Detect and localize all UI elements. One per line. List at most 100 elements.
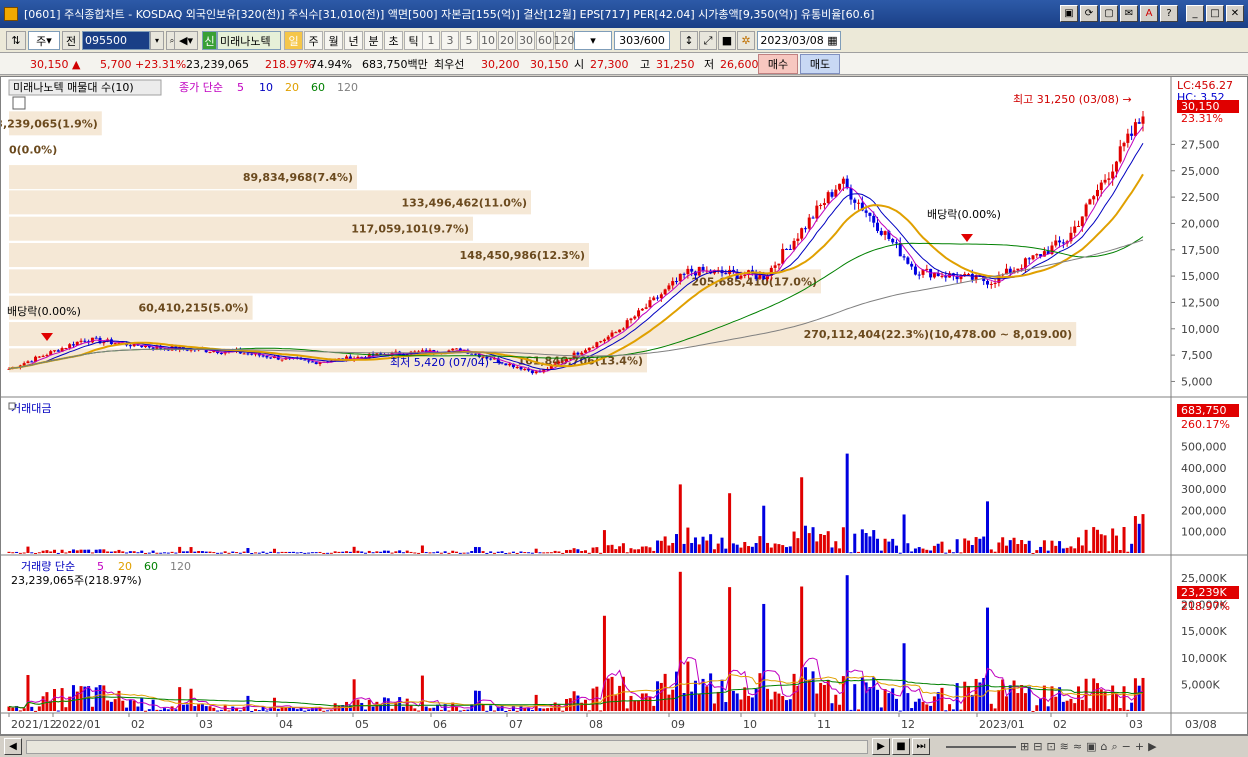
- candle-body: [868, 212, 872, 216]
- stock-code-input[interactable]: 095500: [82, 31, 150, 50]
- chart-svg[interactable]: 23,239,065(1.9%) 0(0.0%) 89,834,968(7.4%) 1…: [0, 77, 1247, 734]
- volume-bar: [967, 685, 971, 711]
- volume-bar: [178, 687, 182, 711]
- candle-body: [242, 353, 246, 355]
- window-control-4[interactable]: A: [1140, 5, 1158, 22]
- mode-button[interactable]: 전: [62, 31, 80, 50]
- period-button-3[interactable]: 년: [344, 31, 363, 50]
- tool-icon-8[interactable]: ⌕: [1111, 740, 1117, 754]
- volume-bar: [1118, 708, 1122, 711]
- date-input[interactable]: 2023/03/08 ▦: [757, 31, 841, 50]
- amount-bar: [197, 550, 201, 553]
- amount-bar: [967, 540, 971, 553]
- interval-button-3[interactable]: 10: [479, 31, 497, 50]
- window-control-3[interactable]: ✉: [1120, 5, 1138, 22]
- chart-type-icon[interactable]: ↕: [680, 31, 698, 50]
- trend-icon[interactable]: ⤢: [699, 31, 717, 50]
- period-button-2[interactable]: 월: [324, 31, 343, 50]
- volume-bar: [838, 704, 842, 711]
- interval-button-2[interactable]: 5: [460, 31, 478, 50]
- period-button-1[interactable]: 주: [304, 31, 323, 50]
- interval-button-6[interactable]: 60: [536, 31, 554, 50]
- amount-bar: [724, 548, 728, 553]
- tool-icon-1[interactable]: ⊞: [1020, 740, 1029, 754]
- sell-button[interactable]: 매도: [800, 54, 840, 74]
- window-control-7[interactable]: □: [1206, 5, 1224, 22]
- period-button-5[interactable]: 초: [384, 31, 403, 50]
- amount-bar: [390, 552, 394, 554]
- link-icon[interactable]: ⇅: [6, 31, 26, 50]
- volume-bar: [1095, 683, 1099, 711]
- period-button-0[interactable]: 일: [284, 31, 303, 50]
- tool-icon-7[interactable]: ⌂: [1101, 740, 1108, 754]
- volume-bar: [197, 703, 201, 711]
- speaker-icon[interactable]: ◀▾: [174, 31, 198, 50]
- amount-bar: [417, 552, 421, 554]
- candle-body: [815, 205, 819, 219]
- bar-count[interactable]: 303/600: [614, 31, 670, 50]
- amount-bar: [891, 538, 895, 553]
- window-control-8[interactable]: ✕: [1226, 5, 1244, 22]
- zoom-out-icon[interactable]: −: [1122, 740, 1131, 754]
- interval-button-0[interactable]: 1: [422, 31, 440, 50]
- amount-bar: [784, 547, 788, 553]
- candle-body: [807, 217, 811, 229]
- volume-bar: [333, 703, 337, 711]
- volume-bar: [98, 685, 102, 711]
- gear-icon[interactable]: ✲: [737, 31, 755, 50]
- scroll-track[interactable]: [26, 740, 868, 754]
- dividend-label-2: 배당락(0.00%): [927, 208, 1001, 221]
- tool-icon-5[interactable]: ≈: [1073, 740, 1082, 754]
- x-label-6: 06: [433, 718, 447, 731]
- interval-button-7[interactable]: 120: [554, 31, 575, 50]
- amount-bar: [838, 548, 842, 553]
- interval-button-5[interactable]: 30: [517, 31, 535, 50]
- scroll-end-icon[interactable]: ▶: [1148, 740, 1156, 754]
- amount-tick-3: 200,000: [1181, 504, 1227, 517]
- window-control-2[interactable]: ▢: [1100, 5, 1118, 22]
- interval-custom-input[interactable]: ▾: [574, 31, 612, 50]
- period-button-6[interactable]: 틱: [404, 31, 423, 50]
- buy-button[interactable]: 매수: [758, 54, 798, 74]
- window-control-1[interactable]: ⟳: [1080, 5, 1098, 22]
- tool-icon-6[interactable]: ▣: [1086, 740, 1096, 754]
- candle-body: [208, 351, 212, 353]
- amount-bar: [997, 542, 1001, 553]
- volume-bar: [417, 710, 421, 712]
- candle-body: [671, 281, 675, 286]
- interval-button-4[interactable]: 20: [498, 31, 516, 50]
- zoom-in-icon[interactable]: +: [1135, 740, 1144, 754]
- amount-bar: [887, 541, 891, 553]
- amount-bar: [261, 551, 265, 553]
- amount-bar: [432, 552, 436, 554]
- period-button-4[interactable]: 분: [364, 31, 383, 50]
- volume-bar: [90, 706, 94, 711]
- stock-name[interactable]: 미래나노텍: [217, 31, 281, 50]
- tool-icon-3[interactable]: ⊡: [1046, 740, 1055, 754]
- candle-body: [811, 217, 815, 219]
- volume-bar: [447, 710, 451, 712]
- volume-bar: [1046, 706, 1050, 711]
- amount-bar: [587, 552, 591, 554]
- window-control-0[interactable]: ▣: [1060, 5, 1078, 22]
- window-control-6[interactable]: _: [1186, 5, 1204, 22]
- zoom-slider[interactable]: [946, 746, 1016, 748]
- tool-icon-4[interactable]: ≋: [1060, 740, 1069, 754]
- save-icon[interactable]: ■: [718, 31, 736, 50]
- chart-area[interactable]: 23,239,065(1.9%) 0(0.0%) 89,834,968(7.4%) 1…: [0, 76, 1248, 735]
- volume-bar: [204, 706, 208, 711]
- volume-bar: [398, 697, 402, 711]
- interval-button-1[interactable]: 3: [441, 31, 459, 50]
- amount-bar: [71, 549, 75, 553]
- chart-scrollbar[interactable]: ◀ ▶ ■ ⏭ ⊞ ⊟ ⊡ ≋ ≈ ▣ ⌂ ⌕ − + ▶: [0, 735, 1248, 757]
- tool-icon-2[interactable]: ⊟: [1033, 740, 1042, 754]
- market-select[interactable]: 주 ▾: [28, 31, 60, 50]
- play-icon[interactable]: ▶: [872, 738, 890, 755]
- next-end-icon[interactable]: ⏭: [912, 738, 930, 755]
- code-dropdown-icon[interactable]: ▾: [150, 31, 164, 50]
- stop-icon[interactable]: ■: [892, 738, 910, 755]
- quote-change-pct: +23.31%: [135, 57, 187, 71]
- window-control-5[interactable]: ?: [1160, 5, 1178, 22]
- quote-price: 30,150 ▲: [30, 55, 80, 73]
- scroll-left-icon[interactable]: ◀: [4, 738, 22, 755]
